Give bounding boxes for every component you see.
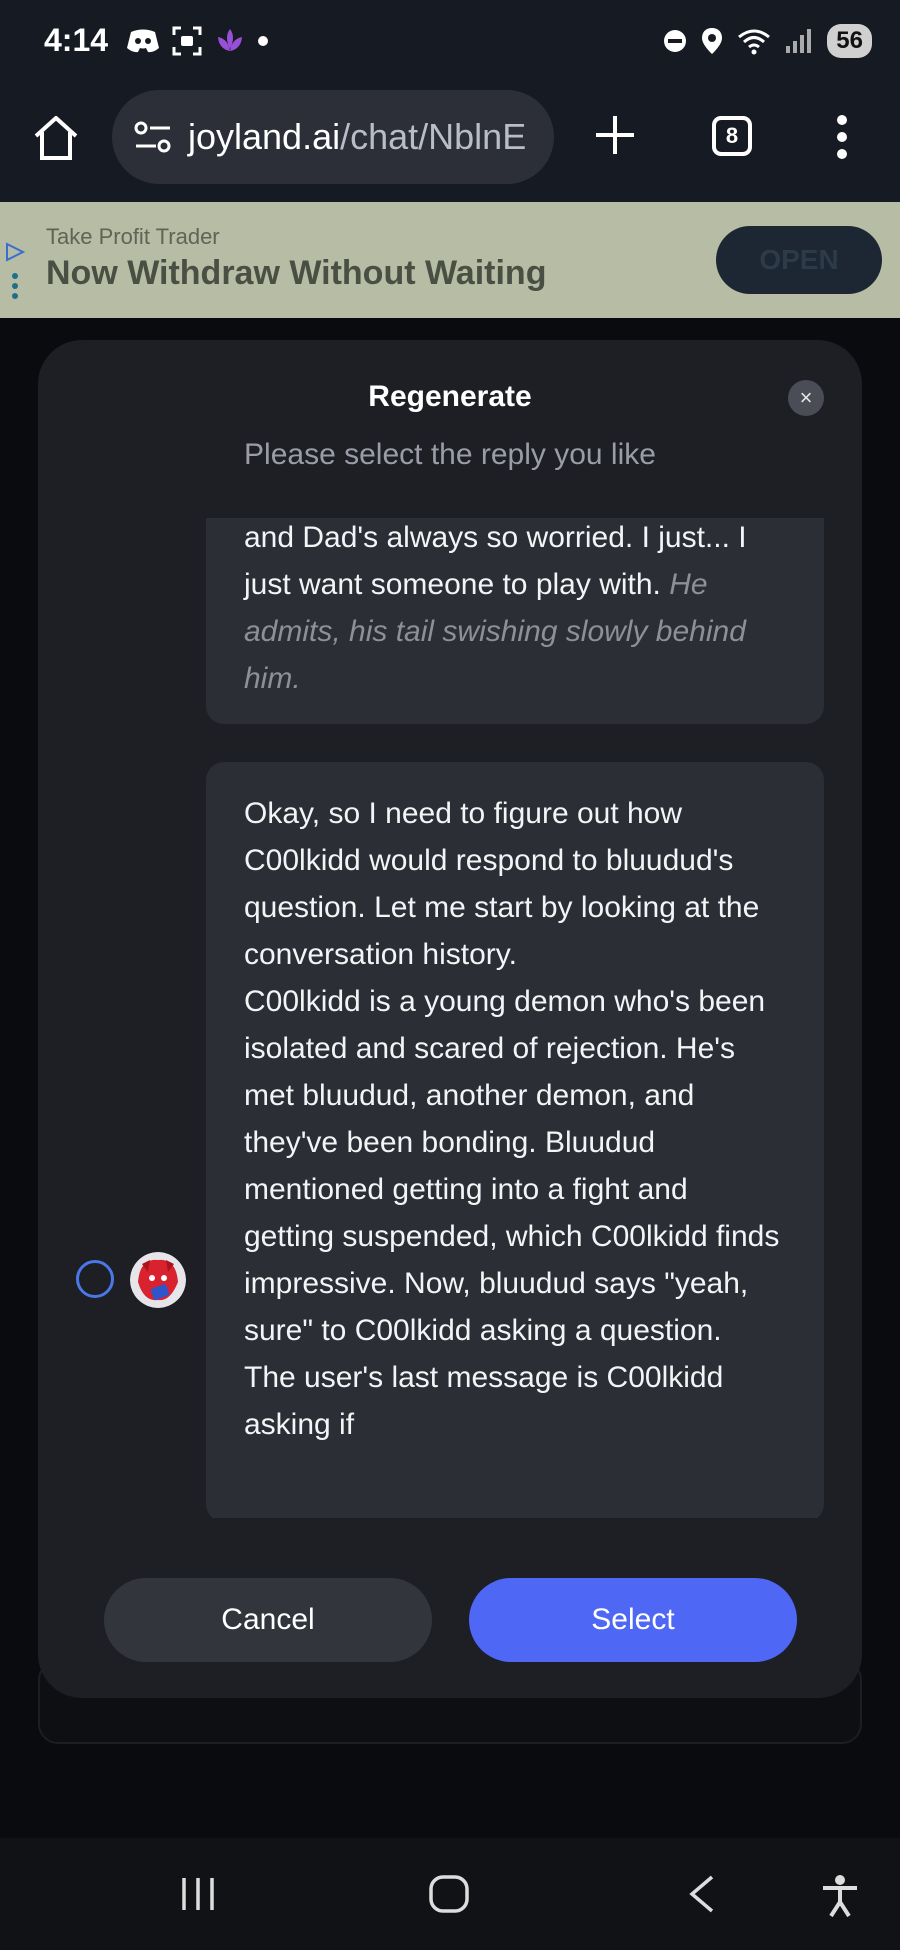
new-tab-icon[interactable] <box>590 110 640 160</box>
adchoices-icon[interactable] <box>4 242 26 312</box>
screenshot-icon <box>172 26 202 56</box>
dialog-title: Regenerate <box>368 380 532 413</box>
ad-headline[interactable]: Now Withdraw Without Waiting <box>46 254 546 293</box>
more-menu-icon[interactable] <box>832 112 852 162</box>
reply-options-list[interactable]: and Dad's always so worried. I just... I… <box>38 518 862 1518</box>
ad-advertiser: Take Profit Trader <box>46 224 220 249</box>
reply-radio-button[interactable] <box>76 1260 114 1298</box>
signal-icon <box>786 29 812 53</box>
reply-option-card[interactable]: Okay, so I need to figure out how C00lki… <box>206 762 824 1518</box>
status-time: 4:14 <box>44 22 109 58</box>
lotus-icon <box>218 29 242 51</box>
system-nav-bar <box>0 1838 900 1950</box>
dialog-subtitle: Please select the reply you like <box>244 438 656 471</box>
ad-open-button[interactable]: OPEN <box>716 226 882 294</box>
reply-text: C00lkidd is a young demon who's been iso… <box>244 985 780 1347</box>
status-bar: 4:14 56 <box>0 0 900 84</box>
home-nav-icon[interactable] <box>428 1874 470 1914</box>
discord-icon <box>127 29 159 53</box>
url-domain: joyland.ai <box>188 116 341 157</box>
address-bar[interactable]: joyland.ai/chat/NblnE <box>112 90 554 184</box>
wifi-icon <box>738 29 771 55</box>
reply-option-card[interactable]: and Dad's always so worried. I just... I… <box>206 518 824 724</box>
home-icon[interactable] <box>32 114 80 162</box>
dot-icon <box>258 36 268 46</box>
tab-switcher-button[interactable]: 8 <box>712 116 752 156</box>
regenerate-dialog: Regenerate × Please select the reply you… <box>38 340 862 1698</box>
site-settings-icon[interactable] <box>134 120 172 154</box>
character-avatar <box>130 1252 186 1308</box>
accessibility-icon[interactable] <box>820 1874 860 1918</box>
back-icon[interactable] <box>686 1874 718 1914</box>
browser-toolbar: joyland.ai/chat/NblnE 8 <box>0 84 900 202</box>
battery-icon: 56 <box>827 24 872 58</box>
reply-text: The user's last message is C00lkidd aski… <box>244 1361 724 1441</box>
url-path: /chat/NblnE <box>340 116 527 157</box>
url-text[interactable]: joyland.ai/chat/NblnE <box>188 116 526 158</box>
recent-apps-icon[interactable] <box>178 1874 218 1914</box>
dnd-icon <box>664 30 687 52</box>
cancel-button[interactable]: Cancel <box>104 1578 432 1662</box>
reply-text: Okay, so I need to figure out how C00lki… <box>244 797 760 971</box>
close-icon[interactable]: × <box>788 380 824 416</box>
location-icon <box>702 28 723 54</box>
select-button[interactable]: Select <box>469 1578 797 1662</box>
ad-banner[interactable]: Take Profit Trader Now Withdraw Without … <box>0 202 900 318</box>
notification-icons <box>126 26 268 56</box>
character-avatar-image <box>130 1252 186 1308</box>
system-icons: 56 <box>663 24 872 58</box>
